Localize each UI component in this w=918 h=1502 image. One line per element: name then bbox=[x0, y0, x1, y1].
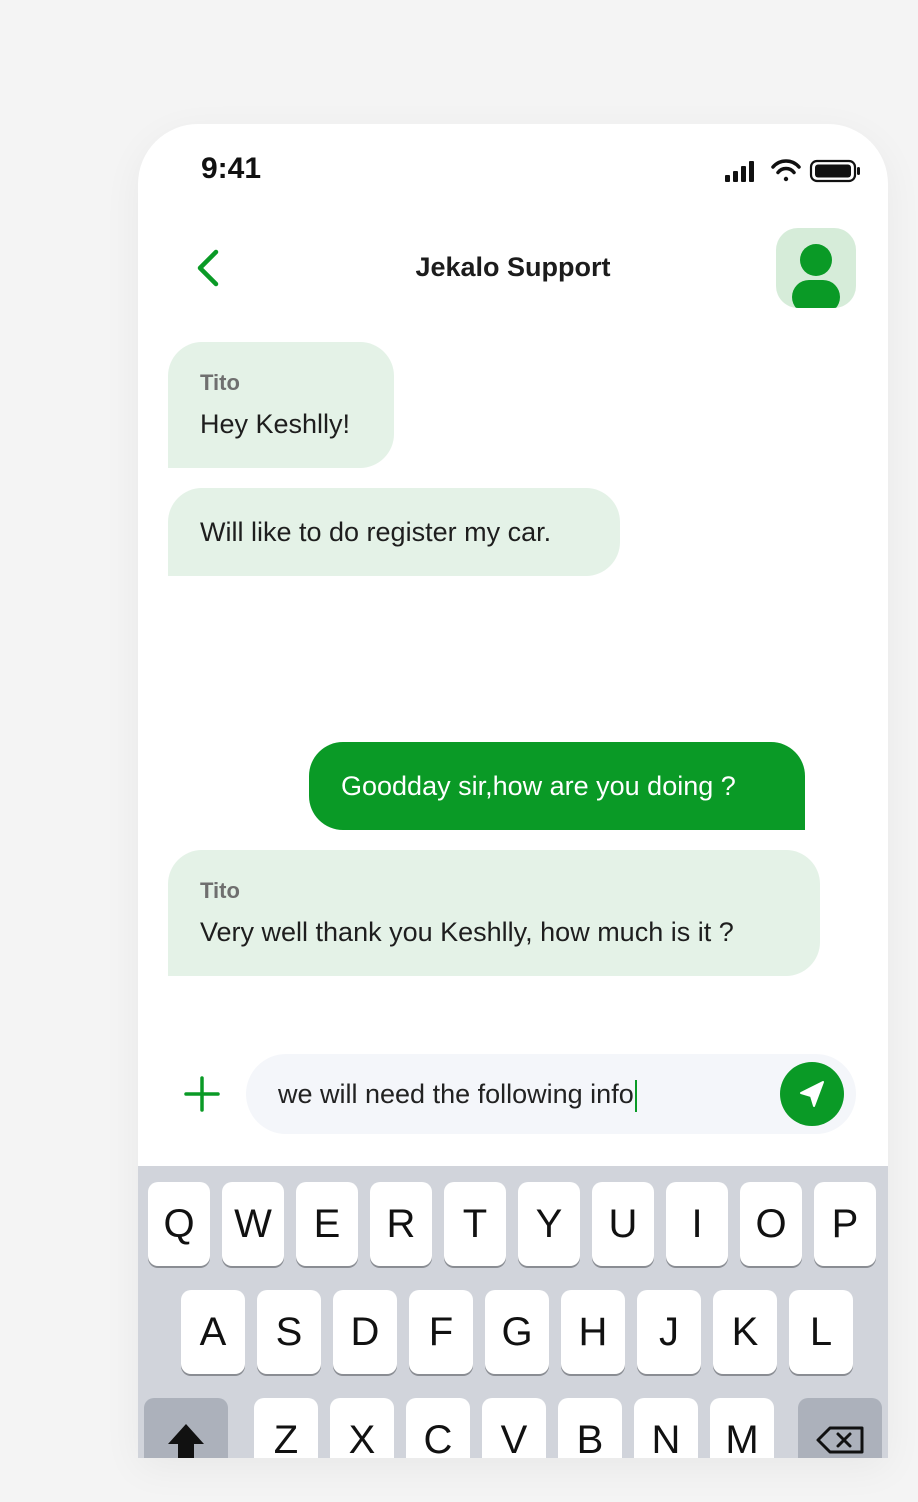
message-input-value[interactable]: we will need the following info bbox=[278, 1054, 637, 1134]
key-label: S bbox=[275, 1310, 303, 1354]
key-u[interactable]: U bbox=[592, 1182, 654, 1266]
message-text: Goodday sir,how are you doing ? bbox=[341, 771, 736, 801]
key-j[interactable]: J bbox=[637, 1290, 701, 1374]
backspace-icon bbox=[816, 1426, 864, 1454]
key-label: V bbox=[500, 1418, 528, 1458]
key-label: T bbox=[462, 1202, 488, 1246]
message-text: Will like to do register my car. bbox=[200, 517, 552, 547]
key-label: U bbox=[608, 1202, 638, 1246]
message-input[interactable]: we will need the following info bbox=[246, 1054, 856, 1134]
key-label: K bbox=[731, 1310, 759, 1354]
key-i[interactable]: I bbox=[666, 1182, 728, 1266]
message-bubble-incoming: Tito Very well thank you Keshlly, how mu… bbox=[168, 850, 820, 976]
key-label: L bbox=[809, 1310, 833, 1354]
key-label: H bbox=[578, 1310, 608, 1354]
key-label: W bbox=[234, 1202, 272, 1246]
key-x[interactable]: X bbox=[330, 1398, 394, 1458]
delete-key[interactable] bbox=[798, 1398, 882, 1458]
key-label: E bbox=[313, 1202, 341, 1246]
key-label: B bbox=[576, 1418, 604, 1458]
key-t[interactable]: T bbox=[444, 1182, 506, 1266]
key-z[interactable]: Z bbox=[254, 1398, 318, 1458]
message-text: Hey Keshlly! bbox=[200, 409, 351, 439]
key-label: R bbox=[386, 1202, 416, 1246]
key-l[interactable]: L bbox=[789, 1290, 853, 1374]
key-label: Z bbox=[273, 1418, 299, 1458]
status-time: 9:41 bbox=[201, 152, 262, 185]
key-o[interactable]: O bbox=[740, 1182, 802, 1266]
key-k[interactable]: K bbox=[713, 1290, 777, 1374]
key-c[interactable]: C bbox=[406, 1398, 470, 1458]
keyboard: QWE R T Y U I OP A S D F G H J K L Z X C V B N M bbox=[138, 1166, 888, 1458]
key-label: F bbox=[428, 1310, 454, 1354]
wifi-icon bbox=[771, 159, 801, 182]
key-w[interactable]: W bbox=[222, 1182, 284, 1266]
key-label: C bbox=[423, 1418, 453, 1458]
key-label: G bbox=[501, 1310, 533, 1354]
key-d[interactable]: D bbox=[333, 1290, 397, 1374]
send-icon bbox=[800, 1081, 824, 1107]
key-r[interactable]: R bbox=[370, 1182, 432, 1266]
key-label: M bbox=[725, 1418, 759, 1458]
message-bubble-incoming: Will like to do register my car. bbox=[168, 488, 620, 576]
message-text: Very well thank you Keshlly, how much is… bbox=[200, 917, 734, 947]
key-label: Q bbox=[163, 1202, 195, 1246]
key-label: I bbox=[691, 1202, 703, 1246]
shift-key[interactable] bbox=[144, 1398, 228, 1458]
key-m[interactable]: M bbox=[710, 1398, 774, 1458]
key-g[interactable]: G bbox=[485, 1290, 549, 1374]
message-bubble-incoming: Tito Hey Keshlly! bbox=[168, 342, 394, 468]
key-label: J bbox=[659, 1310, 679, 1354]
cellular-signal-icon bbox=[725, 161, 754, 182]
send-button[interactable] bbox=[780, 1062, 844, 1126]
key-p[interactable]: P bbox=[814, 1182, 876, 1266]
shift-icon bbox=[168, 1424, 204, 1458]
message-input-text: we will need the following info bbox=[278, 1079, 634, 1109]
key-label: X bbox=[348, 1418, 376, 1458]
key-v[interactable]: V bbox=[482, 1398, 546, 1458]
key-b[interactable]: B bbox=[558, 1398, 622, 1458]
message-sender: Tito bbox=[200, 370, 240, 395]
key-q[interactable]: Q bbox=[148, 1182, 210, 1266]
key-y[interactable]: Y bbox=[518, 1182, 580, 1266]
avatar-button[interactable] bbox=[776, 228, 856, 308]
key-label: Y bbox=[535, 1202, 563, 1246]
key-e[interactable]: E bbox=[296, 1182, 358, 1266]
key-label: D bbox=[350, 1310, 380, 1354]
battery-icon bbox=[809, 159, 860, 183]
key-f[interactable]: F bbox=[409, 1290, 473, 1374]
message-bubble-outgoing: Goodday sir,how are you doing ? bbox=[309, 742, 805, 830]
key-n[interactable]: N bbox=[634, 1398, 698, 1458]
key-h[interactable]: H bbox=[561, 1290, 625, 1374]
key-s[interactable]: S bbox=[257, 1290, 321, 1374]
status-icons bbox=[725, 159, 860, 183]
text-caret bbox=[634, 1079, 637, 1112]
key-a[interactable]: A bbox=[181, 1290, 245, 1374]
attach-button[interactable] bbox=[182, 1074, 222, 1114]
plus-icon bbox=[184, 1076, 220, 1112]
phone-screen: 9:41 Jekalo Support Tito Hey Keshlly! Wi… bbox=[138, 124, 888, 1458]
key-label: N bbox=[651, 1418, 681, 1458]
key-label: A bbox=[199, 1310, 227, 1354]
user-icon bbox=[792, 244, 840, 308]
key-label: P bbox=[831, 1202, 859, 1246]
key-label: O bbox=[755, 1202, 787, 1246]
message-sender: Tito bbox=[200, 878, 240, 903]
